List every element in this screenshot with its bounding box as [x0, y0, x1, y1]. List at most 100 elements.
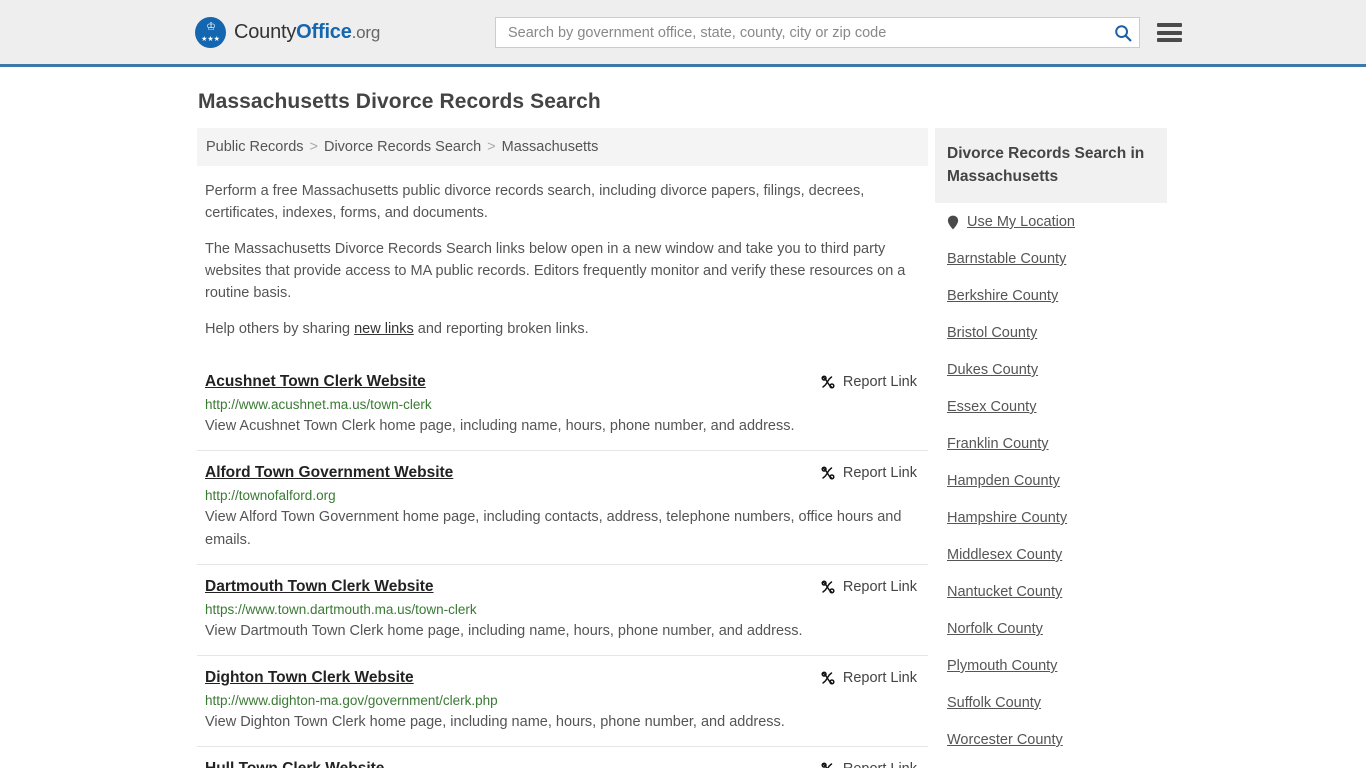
county-office-seal-icon: ♔ ★★★	[195, 16, 226, 48]
breadcrumb-item-public-records[interactable]: Public Records	[206, 139, 304, 155]
site-logo[interactable]: ♔ ★★★ CountyOffice.org	[195, 16, 380, 48]
sidebar-item-county[interactable]: Plymouth County	[947, 647, 1155, 684]
search-box[interactable]	[495, 17, 1140, 48]
listings-container: Acushnet Town Clerk Website Report Link …	[197, 360, 928, 768]
sidebar: Divorce Records Search in Massachusetts …	[935, 128, 1167, 768]
county-link[interactable]: Hampshire County	[947, 510, 1067, 526]
breadcrumb-separator-2: >	[487, 139, 496, 155]
sidebar-panel-title: Divorce Records Search in Massachusetts	[935, 128, 1167, 203]
listing-row: Dartmouth Town Clerk Website Report Link…	[197, 564, 928, 655]
broken-link-icon	[820, 670, 836, 686]
county-link[interactable]: Franklin County	[947, 436, 1049, 452]
search-input[interactable]	[506, 18, 1113, 47]
sidebar-item-county[interactable]: Middlesex County	[947, 536, 1155, 573]
intro-text: Perform a free Massachusetts public divo…	[197, 180, 928, 340]
intro-p3-after: and reporting broken links.	[413, 321, 589, 337]
county-link[interactable]: Suffolk County	[947, 695, 1041, 711]
report-link-button[interactable]: Report Link	[820, 579, 917, 595]
intro-paragraph-2: The Massachusetts Divorce Records Search…	[205, 241, 906, 301]
breadcrumb-item-massachusetts[interactable]: Massachusetts	[502, 139, 599, 155]
county-link[interactable]: Plymouth County	[947, 658, 1057, 674]
main-column: Public Records > Divorce Records Search …	[197, 128, 928, 768]
intro-p3-before: Help others by sharing	[205, 321, 355, 337]
sidebar-item-county[interactable]: Franklin County	[947, 425, 1155, 462]
listing-header: Dartmouth Town Clerk Website Report Link	[205, 578, 928, 596]
listing-title-link[interactable]: Dartmouth Town Clerk Website	[205, 578, 434, 596]
hamburger-bar-2	[1157, 30, 1182, 35]
listing-row: Dighton Town Clerk Website Report Link h…	[197, 655, 928, 746]
report-link-button[interactable]: Report Link	[820, 670, 917, 686]
listing-header: Dighton Town Clerk Website Report Link	[205, 669, 928, 687]
report-link-button[interactable]: Report Link	[820, 374, 917, 390]
listing-header: Hull Town Clerk Website Report Li	[205, 760, 928, 768]
use-my-location-link[interactable]: Use My Location	[967, 214, 1075, 230]
map-pin-icon	[947, 215, 959, 230]
report-link-label: Report Link	[842, 670, 917, 686]
logo-wordmark: CountyOffice.org	[234, 21, 380, 44]
logo-text-office: Office	[296, 20, 352, 43]
listing-row: Hull Town Clerk Website Report Li	[197, 746, 928, 768]
content-wrapper: Public Records > Divorce Records Search …	[197, 128, 1366, 768]
hamburger-bar-1	[1157, 23, 1182, 27]
sidebar-item-county[interactable]: Barnstable County	[947, 240, 1155, 277]
site-header: ♔ ★★★ CountyOffice.org	[0, 0, 1366, 67]
county-link[interactable]: Nantucket County	[947, 584, 1062, 600]
intro-paragraph-3: Help others by sharing new links and rep…	[205, 318, 921, 340]
sidebar-item-county[interactable]: Norfolk County	[947, 610, 1155, 647]
county-link[interactable]: Hampden County	[947, 473, 1060, 489]
report-link-label: Report Link	[842, 374, 917, 390]
page-title: Massachusetts Divorce Records Search	[198, 90, 601, 113]
listing-title-link[interactable]: Alford Town Government Website	[205, 464, 453, 482]
breadcrumb-item-divorce-records-search[interactable]: Divorce Records Search	[324, 139, 481, 155]
listing-description: View Dighton Town Clerk home page, inclu…	[205, 714, 785, 730]
intro-paragraph-1: Perform a free Massachusetts public divo…	[205, 183, 865, 221]
breadcrumb: Public Records > Divorce Records Search …	[197, 128, 928, 166]
sidebar-item-use-my-location[interactable]: Use My Location	[947, 203, 1155, 240]
county-link[interactable]: Barnstable County	[947, 251, 1066, 267]
listing-url[interactable]: http://www.acushnet.ma.us/town-clerk	[205, 397, 928, 412]
listing-description: View Alford Town Government home page, i…	[205, 509, 902, 548]
sidebar-item-county[interactable]: Dukes County	[947, 351, 1155, 388]
listing-description: View Dartmouth Town Clerk home page, inc…	[205, 623, 803, 639]
listing-description: View Acushnet Town Clerk home page, incl…	[205, 418, 795, 434]
county-link[interactable]: Bristol County	[947, 325, 1037, 341]
report-link-button[interactable]: Report Link	[820, 761, 917, 768]
county-link[interactable]: Worcester County	[947, 732, 1063, 748]
county-link[interactable]: Essex County	[947, 399, 1036, 415]
new-links-link[interactable]: new links	[354, 321, 414, 337]
report-link-button[interactable]: Report Link	[820, 465, 917, 481]
listing-header: Alford Town Government Website Report Li…	[205, 464, 928, 482]
sidebar-item-county[interactable]: Essex County	[947, 388, 1155, 425]
search-icon[interactable]	[1113, 23, 1133, 43]
sidebar-links: Use My Location Barnstable County Berksh…	[935, 203, 1167, 758]
broken-link-icon	[820, 579, 836, 595]
county-link[interactable]: Norfolk County	[947, 621, 1043, 637]
listing-title-link[interactable]: Acushnet Town Clerk Website	[205, 373, 426, 391]
county-link[interactable]: Berkshire County	[947, 288, 1058, 304]
listing-url[interactable]: http://townofalford.org	[205, 488, 928, 503]
report-link-label: Report Link	[842, 579, 917, 595]
listing-title-link[interactable]: Hull Town Clerk Website	[205, 760, 384, 768]
sidebar-item-county[interactable]: Suffolk County	[947, 684, 1155, 721]
sidebar-item-county[interactable]: Nantucket County	[947, 573, 1155, 610]
county-link[interactable]: Dukes County	[947, 362, 1038, 378]
listing-url[interactable]: http://www.dighton-ma.gov/government/cle…	[205, 693, 928, 708]
breadcrumb-separator-1: >	[309, 139, 318, 155]
sidebar-item-county[interactable]: Worcester County	[947, 721, 1155, 758]
report-link-label: Report Link	[843, 761, 917, 768]
sidebar-item-county[interactable]: Berkshire County	[947, 277, 1155, 314]
sidebar-item-county[interactable]: Hampden County	[947, 462, 1155, 499]
stars-glyph: ★★★	[201, 35, 220, 43]
report-link-label: Report Link	[842, 465, 917, 481]
broken-link-icon	[820, 761, 836, 768]
hamburger-menu-icon[interactable]	[1157, 23, 1182, 42]
listing-title-link[interactable]: Dighton Town Clerk Website	[205, 669, 414, 687]
page-body: Massachusetts Divorce Records Search Pub…	[0, 90, 1366, 768]
sidebar-item-county[interactable]: Bristol County	[947, 314, 1155, 351]
listing-url[interactable]: https://www.town.dartmouth.ma.us/town-cl…	[205, 602, 928, 617]
sidebar-item-county[interactable]: Hampshire County	[947, 499, 1155, 536]
logo-text-dotorg: .org	[351, 22, 381, 42]
broken-link-icon	[820, 465, 836, 481]
hamburger-bar-3	[1157, 38, 1182, 42]
county-link[interactable]: Middlesex County	[947, 547, 1062, 563]
